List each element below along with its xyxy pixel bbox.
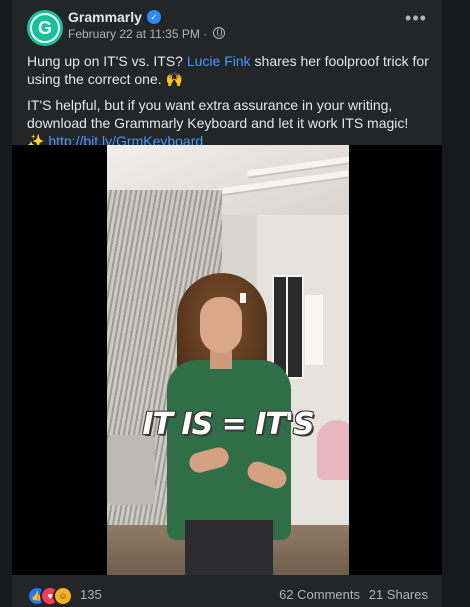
person-jeans	[185, 520, 273, 575]
comments-count[interactable]: 62 Comments	[279, 587, 360, 602]
grammarly-logo: G	[30, 13, 60, 43]
post-text-cta: IT'S helpful, but if you want extra assu…	[27, 97, 409, 131]
haha-reaction-icon[interactable]: ☺	[53, 586, 73, 606]
post-card: G Grammarly ✓ February 22 at 11:35 PM · …	[12, 0, 442, 607]
person-sweater	[167, 360, 291, 540]
person-face	[200, 297, 242, 353]
page-avatar[interactable]: G	[27, 10, 63, 46]
shares-count[interactable]: 21 Shares	[369, 587, 428, 602]
window-light	[305, 295, 323, 365]
post-meta: February 22 at 11:35 PM ·	[68, 27, 225, 41]
video-frame[interactable]: IT IS = IT'S	[107, 145, 349, 575]
sofa	[107, 435, 155, 505]
post-paragraph-2: IT'S helpful, but if you want extra assu…	[27, 96, 433, 150]
window	[272, 275, 304, 379]
hair-clip	[240, 293, 246, 303]
video-player[interactable]: IT IS = IT'S	[12, 145, 442, 575]
meta-separator: ·	[203, 27, 208, 41]
mention-link[interactable]: Lucie Fink	[187, 53, 251, 69]
reaction-count[interactable]: 135	[80, 587, 102, 602]
post-text-intro: Hung up on IT'S vs. ITS?	[27, 53, 187, 69]
post-paragraph-1: Hung up on IT'S vs. ITS? Lucie Fink shar…	[27, 52, 433, 88]
globe-icon	[212, 27, 225, 39]
post-footer: 👍 ♥ ☺ 135 62 Comments 21 Shares	[12, 578, 442, 607]
more-options-icon[interactable]: •••	[404, 9, 428, 32]
post-body: Hung up on IT'S vs. ITS? Lucie Fink shar…	[27, 52, 433, 158]
post-header: G Grammarly ✓ February 22 at 11:35 PM · …	[12, 0, 442, 50]
page-name[interactable]: Grammarly	[68, 9, 142, 25]
post-timestamp[interactable]: February 22 at 11:35 PM	[68, 27, 200, 41]
video-caption-overlay: IT IS = IT'S	[142, 407, 314, 442]
verified-badge-icon: ✓	[147, 10, 161, 24]
